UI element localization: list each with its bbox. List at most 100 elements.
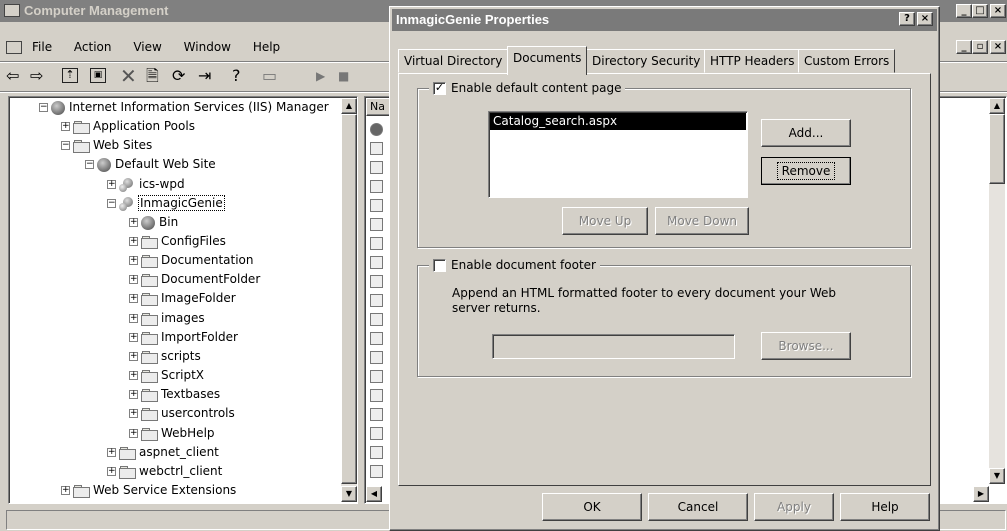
collapse-icon[interactable]: − [107, 199, 116, 208]
tree-item-usercontrols[interactable]: + usercontrols [129, 404, 235, 423]
minimize-button[interactable]: _ [956, 4, 972, 18]
tree-item-bin[interactable]: + Bin [129, 213, 178, 232]
expand-icon[interactable]: + [129, 371, 138, 380]
expand-icon[interactable]: + [129, 294, 138, 303]
list-item[interactable]: Catalog_search.aspx [490, 113, 746, 130]
dialog-help-button[interactable]: ? [899, 12, 915, 26]
tree-item-documentfolder[interactable]: + DocumentFolder [129, 270, 260, 289]
tree-item-importfolder[interactable]: + ImportFolder [129, 328, 238, 347]
tree-item-configfiles[interactable]: + ConfigFiles [129, 232, 226, 251]
add-button[interactable]: Add... [761, 119, 851, 147]
enable-document-footer-checkbox[interactable] [433, 259, 446, 272]
remove-button[interactable]: Remove [761, 157, 851, 185]
tab-custom-errors[interactable]: Custom Errors [798, 49, 896, 73]
apply-button[interactable]: Apply [754, 493, 834, 521]
tree-item-images[interactable]: + images [129, 309, 205, 328]
refresh-icon[interactable]: ⟳ [172, 63, 185, 89]
expand-icon[interactable]: + [107, 467, 116, 476]
tree-item-scripts[interactable]: + scripts [129, 347, 201, 366]
tree-item-web-sites[interactable]: − Web Sites [61, 136, 152, 155]
move-down-button[interactable]: Move Down [655, 207, 749, 235]
enable-default-content-checkbox[interactable]: ✓ [433, 82, 446, 95]
child-minimize-button[interactable]: _ [956, 40, 972, 54]
tree-item-label: Web Sites [93, 138, 153, 152]
tree-item-scriptx[interactable]: + ScriptX [129, 366, 204, 385]
list-scroll-right-arrow-icon[interactable]: ▶ [973, 486, 989, 502]
tree-item-imagefolder[interactable]: + ImageFolder [129, 289, 236, 308]
menu-window[interactable]: Window [184, 40, 231, 54]
list-scroll-thumb[interactable] [989, 114, 1005, 184]
show-hide-tree-icon[interactable]: ▣ [90, 68, 106, 83]
back-arrow-icon[interactable]: ⇦ [6, 63, 19, 89]
collapse-icon[interactable]: − [85, 160, 94, 169]
menu-view[interactable]: View [133, 40, 161, 54]
tab-directory-security[interactable]: Directory Security [586, 49, 707, 73]
child-close-button[interactable]: × [990, 40, 1006, 54]
properties-icon[interactable]: 🗎 [146, 63, 159, 89]
tree-item-web-service-extensions[interactable]: + Web Service Extensions [61, 481, 236, 500]
expand-icon[interactable]: + [129, 218, 138, 227]
expand-icon[interactable]: + [61, 486, 70, 495]
footer-path-field[interactable] [492, 334, 735, 359]
help-button[interactable]: Help [840, 493, 930, 521]
scroll-down-arrow-icon[interactable]: ▼ [341, 486, 357, 502]
stop-icon[interactable]: ■ [338, 63, 349, 89]
computer-icon[interactable]: ▭ [262, 63, 277, 89]
help-icon[interactable]: ? [232, 63, 241, 89]
up-level-icon[interactable]: ⇡ [62, 68, 78, 83]
expand-icon[interactable]: + [107, 180, 116, 189]
expand-icon[interactable]: + [129, 314, 138, 323]
list-scroll-down-arrow-icon[interactable]: ▼ [989, 468, 1005, 484]
folder-icon [141, 273, 158, 287]
tree-item-webctrl-client[interactable]: + webctrl_client [107, 462, 222, 481]
tree-item-application-pools[interactable]: + Application Pools [61, 117, 195, 136]
tree-item-aspnet-client[interactable]: + aspnet_client [107, 443, 219, 462]
tree-item-documentation[interactable]: + Documentation [129, 251, 254, 270]
scroll-up-arrow-icon[interactable]: ▲ [341, 98, 357, 114]
maximize-button[interactable]: □ [972, 4, 988, 18]
menu-file[interactable]: File [32, 40, 52, 54]
list-scroll-left-arrow-icon[interactable]: ◀ [366, 486, 382, 502]
expand-icon[interactable]: + [61, 122, 70, 131]
expand-icon[interactable]: + [129, 275, 138, 284]
list-scroll-up-arrow-icon[interactable]: ▲ [989, 98, 1005, 114]
mmc-doc-icon[interactable] [6, 41, 22, 54]
expand-icon[interactable]: + [129, 237, 138, 246]
tab-documents[interactable]: Documents [507, 46, 588, 75]
close-button[interactable]: × [990, 4, 1006, 18]
tab-http-headers[interactable]: HTTP Headers [704, 49, 801, 73]
ok-button[interactable]: OK [542, 493, 642, 521]
collapse-icon[interactable]: − [61, 141, 70, 150]
tree-item-ics-wpd[interactable]: + ics-wpd [107, 175, 185, 194]
export-icon[interactable]: ⇥ [198, 63, 211, 89]
browse-button[interactable]: Browse... [761, 332, 851, 360]
file-icon [370, 408, 383, 421]
cancel-button[interactable]: Cancel [648, 493, 748, 521]
child-restore-button[interactable]: ▫ [972, 40, 988, 54]
delete-icon[interactable]: ✕ [120, 63, 137, 89]
tree-item-inmagicgenie[interactable]: − InmagicGenie [107, 194, 225, 213]
expand-icon[interactable]: + [129, 409, 138, 418]
collapse-icon[interactable]: − [39, 103, 48, 112]
dialog-close-button[interactable]: × [917, 12, 933, 26]
expand-icon[interactable]: + [107, 448, 116, 457]
forward-arrow-icon[interactable]: ⇨ [30, 63, 43, 89]
menu-help[interactable]: Help [253, 40, 280, 54]
expand-icon[interactable]: + [129, 256, 138, 265]
play-icon[interactable]: ▶ [316, 63, 325, 89]
tree-item-default-web-site[interactable]: − Default Web Site [85, 155, 216, 174]
expand-icon[interactable]: + [129, 352, 138, 361]
expand-icon[interactable]: + [129, 333, 138, 342]
expand-icon[interactable]: + [129, 429, 138, 438]
tab-virtual-directory[interactable]: Virtual Directory [398, 49, 509, 73]
tree-item-webhelp[interactable]: + WebHelp [129, 424, 215, 443]
menu-action[interactable]: Action [74, 40, 112, 54]
folder-icon [141, 292, 158, 306]
move-up-button[interactable]: Move Up [562, 207, 648, 235]
tree-pane[interactable]: − Internet Information Services (IIS) Man… [8, 96, 358, 504]
tree-scroll-thumb[interactable] [341, 114, 357, 484]
default-document-list[interactable]: Catalog_search.aspx [488, 111, 748, 198]
tree-item-textbases[interactable]: + Textbases [129, 385, 220, 404]
tree-item-iis-manager[interactable]: − Internet Information Services (IIS) Man… [39, 98, 329, 117]
expand-icon[interactable]: + [129, 390, 138, 399]
